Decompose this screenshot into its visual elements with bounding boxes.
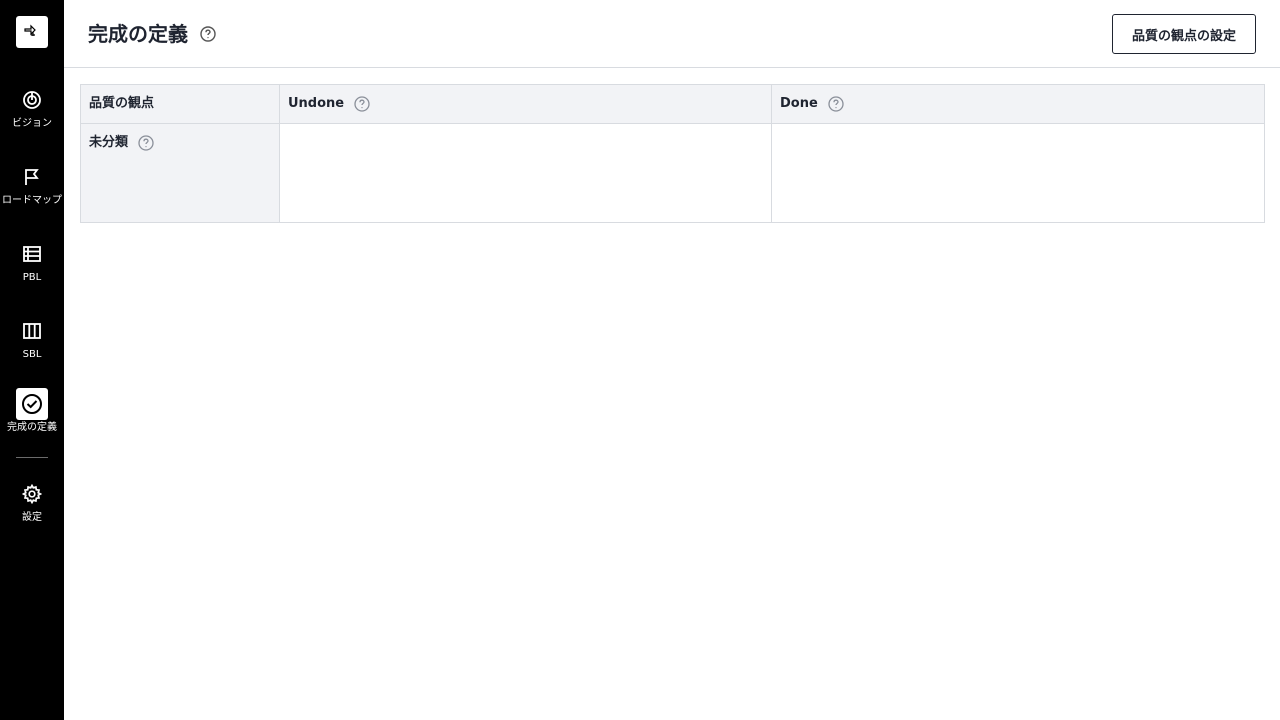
check-circle-icon (16, 388, 48, 420)
sidebar-item-pbl[interactable]: PBL (0, 238, 64, 298)
sidebar-item-label: ビジョン (12, 118, 52, 129)
app-logo[interactable] (16, 16, 48, 48)
help-icon[interactable] (828, 96, 844, 112)
page-title: 完成の定義 (88, 22, 188, 46)
column-header-undone: Undone (279, 84, 772, 124)
help-icon[interactable] (200, 26, 216, 42)
sidebar-item-settings[interactable]: 設定 (0, 478, 64, 538)
done-cell[interactable] (771, 123, 1265, 223)
column-header-label: Done (780, 96, 818, 111)
column-header-label: 品質の観点 (89, 96, 155, 111)
sidebar-item-label: SBL (22, 349, 42, 360)
columns-icon (16, 315, 48, 347)
gear-icon (16, 478, 48, 510)
help-icon[interactable] (354, 96, 370, 112)
column-header-quality-perspective: 品質の観点 (80, 84, 280, 124)
column-header-label: Undone (288, 96, 345, 111)
page-header: 完成の定義 品質の観点の設定 (64, 0, 1280, 68)
target-icon (16, 84, 48, 116)
list-icon (16, 238, 48, 270)
sidebar-item-roadmap[interactable]: ロードマップ (0, 161, 64, 221)
table-row: 未分類 (80, 123, 1265, 223)
sidebar: ビジョン ロードマップ PBL SBL 完成の定義 設定 (0, 0, 64, 720)
sidebar-item-definition-of-done[interactable]: 完成の定義 (0, 388, 64, 448)
table-header-row: 品質の観点 Undone Done (80, 84, 1265, 124)
sidebar-item-label: PBL (22, 272, 42, 283)
sidebar-item-sbl[interactable]: SBL (0, 315, 64, 375)
sidebar-item-vision[interactable]: ビジョン (0, 84, 64, 144)
row-header-label: 未分類 (89, 135, 129, 150)
sidebar-item-label: 設定 (22, 512, 42, 523)
definition-of-done-table: 品質の観点 Undone Done 未分類 (80, 84, 1265, 223)
column-header-done: Done (771, 84, 1265, 124)
quality-perspective-settings-button[interactable]: 品質の観点の設定 (1112, 14, 1256, 54)
sidebar-divider (16, 457, 48, 458)
row-header-uncategorized: 未分類 (80, 123, 280, 223)
undone-cell[interactable] (279, 123, 772, 223)
sidebar-item-label: ロードマップ (2, 195, 62, 206)
ship-logo-icon (24, 24, 36, 36)
flag-icon (16, 161, 48, 193)
sidebar-item-label: 完成の定義 (7, 422, 57, 433)
help-icon[interactable] (138, 135, 154, 151)
app-root: ビジョン ロードマップ PBL SBL 完成の定義 設定 完成の定義 品質の観点… (0, 0, 1280, 720)
